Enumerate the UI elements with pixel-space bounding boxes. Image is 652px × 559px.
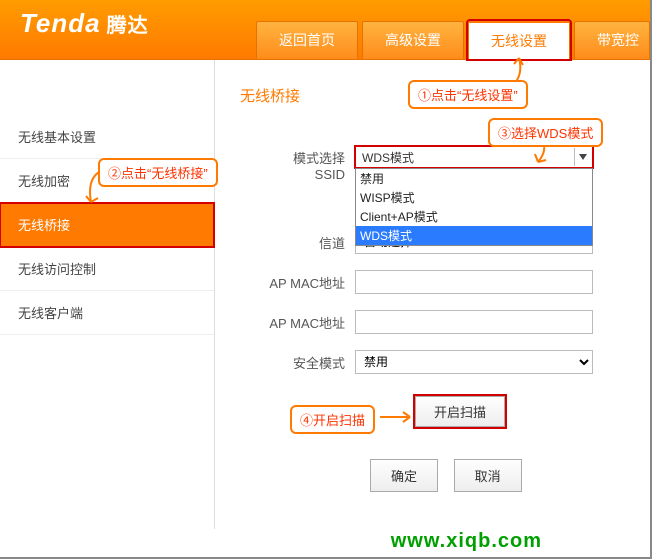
tab-bandwidth[interactable]: 带宽控 bbox=[574, 21, 650, 59]
watermark: www.xiqb.com bbox=[391, 530, 542, 553]
label-ssid: SSID bbox=[215, 167, 355, 182]
tab-wireless[interactable]: 无线设置 bbox=[468, 21, 570, 59]
label-security: 安全模式 bbox=[240, 353, 355, 372]
row-mode: 模式选择 WDS模式 禁用 WISP模式 Client+AP模式 WDS模式 bbox=[240, 146, 637, 168]
row-apmac2: AP MAC地址 bbox=[240, 310, 637, 334]
sidebar-item-basic[interactable]: 无线基本设置 bbox=[0, 115, 214, 159]
mode-option-clientap[interactable]: Client+AP模式 bbox=[356, 207, 592, 226]
logo-en: Tenda bbox=[20, 8, 101, 38]
mode-option-disable[interactable]: 禁用 bbox=[356, 169, 592, 188]
cancel-button[interactable]: 取消 bbox=[454, 459, 522, 492]
sidebar-item-clients[interactable]: 无线客户端 bbox=[0, 291, 214, 335]
top-tabs: 返回首页 高级设置 无线设置 带宽控 bbox=[254, 21, 652, 59]
tab-advanced[interactable]: 高级设置 bbox=[362, 21, 464, 59]
security-select[interactable]: 禁用 bbox=[355, 350, 593, 374]
logo-cn: 腾达 bbox=[107, 15, 149, 37]
arrow-4-icon bbox=[378, 408, 418, 426]
mode-selected-text: WDS模式 bbox=[362, 149, 414, 166]
label-channel: 信道 bbox=[240, 233, 355, 252]
row-security: 安全模式 禁用 bbox=[240, 350, 637, 374]
apmac2-input[interactable] bbox=[355, 310, 593, 334]
scan-button[interactable]: 开启扫描 bbox=[415, 396, 505, 427]
sidebar: 无线基本设置 无线加密 无线桥接 无线访问控制 无线客户端 bbox=[0, 60, 215, 529]
sidebar-item-bridge[interactable]: 无线桥接 bbox=[0, 203, 214, 247]
callout-4: ④开启扫描 bbox=[290, 405, 375, 434]
row-ssid: SSID bbox=[215, 167, 355, 182]
callout-1: ①点击“无线设置” bbox=[408, 80, 528, 109]
label-apmac1: AP MAC地址 bbox=[240, 273, 355, 292]
mode-dropdown: 禁用 WISP模式 Client+AP模式 WDS模式 bbox=[355, 168, 593, 246]
header: Tenda 腾达 返回首页 高级设置 无线设置 带宽控 bbox=[0, 0, 652, 60]
chevron-down-icon[interactable] bbox=[574, 148, 590, 166]
logo: Tenda 腾达 bbox=[20, 8, 149, 39]
mode-option-wds[interactable]: WDS模式 bbox=[356, 226, 592, 245]
mode-select[interactable]: WDS模式 禁用 WISP模式 Client+AP模式 WDS模式 bbox=[355, 146, 637, 168]
bottom-buttons: 确定 取消 bbox=[370, 459, 637, 492]
callout-2: ②点击“无线桥接” bbox=[98, 158, 218, 187]
ok-button[interactable]: 确定 bbox=[370, 459, 438, 492]
tab-home[interactable]: 返回首页 bbox=[256, 21, 358, 59]
row-apmac1: AP MAC地址 bbox=[240, 270, 637, 294]
label-mode: 模式选择 bbox=[240, 148, 355, 167]
sidebar-item-access[interactable]: 无线访问控制 bbox=[0, 247, 214, 291]
mode-option-wisp[interactable]: WISP模式 bbox=[356, 188, 592, 207]
label-apmac2: AP MAC地址 bbox=[240, 313, 355, 332]
apmac1-input[interactable] bbox=[355, 270, 593, 294]
callout-3: ③选择WDS模式 bbox=[488, 118, 603, 147]
